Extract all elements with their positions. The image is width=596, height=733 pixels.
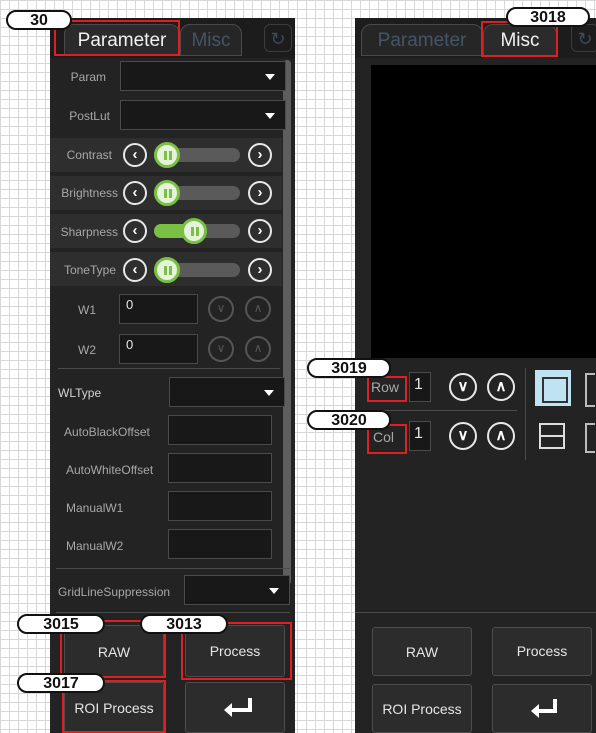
- brightness-slider[interactable]: [154, 180, 240, 206]
- refresh-icon[interactable]: ↻: [571, 24, 596, 52]
- tonetype-decrease-button[interactable]: ‹: [123, 258, 147, 282]
- w2-label: W2: [78, 343, 96, 357]
- raw-button[interactable]: RAW: [372, 627, 472, 676]
- contrast-decrease-button[interactable]: ‹: [123, 143, 147, 167]
- col-down-icon[interactable]: ∨: [449, 422, 477, 450]
- sharpness-slider[interactable]: [154, 218, 240, 244]
- auto-white-offset-input[interactable]: [168, 453, 272, 483]
- single-layout-button[interactable]: [535, 370, 571, 406]
- slider-thumb[interactable]: [181, 218, 207, 244]
- col-input[interactable]: 1: [409, 421, 431, 451]
- section-divider: [56, 568, 290, 569]
- w1-down-icon[interactable]: ∨: [208, 296, 234, 322]
- process-button[interactable]: Process: [492, 627, 592, 676]
- sharpness-increase-button[interactable]: ›: [248, 219, 272, 243]
- sharpness-label: Sharpness: [60, 225, 118, 239]
- section-divider: [367, 410, 517, 411]
- postlut-label: PostLut: [69, 109, 110, 123]
- w2-up-icon[interactable]: ∧: [245, 336, 271, 362]
- postlut-dropdown[interactable]: [120, 100, 286, 130]
- split-line: [541, 435, 563, 437]
- slider-thumb[interactable]: [154, 257, 180, 283]
- partial-layout-icon[interactable]: [585, 373, 595, 407]
- chevron-down-icon: [269, 588, 279, 594]
- w1-up-icon[interactable]: ∧: [245, 296, 271, 322]
- partial-layout-icon[interactable]: [585, 423, 595, 453]
- roi-process-button[interactable]: ROI Process: [372, 684, 472, 733]
- w1-input[interactable]: 0: [119, 294, 198, 324]
- refresh-icon[interactable]: ↻: [264, 24, 292, 52]
- contrast-increase-button[interactable]: ›: [248, 143, 272, 167]
- sharpness-decrease-button[interactable]: ‹: [123, 219, 147, 243]
- param-label: Param: [70, 70, 106, 84]
- enter-button[interactable]: [185, 682, 285, 733]
- highlight-row-label: [367, 376, 407, 402]
- section-divider: [56, 612, 290, 613]
- wltype-label: WLType: [58, 386, 102, 400]
- auto-black-offset-input[interactable]: [168, 415, 272, 445]
- manual-w1-label: ManualW1: [66, 501, 124, 515]
- gridline-suppression-label: GridLineSuppression: [58, 585, 171, 599]
- manual-w1-input[interactable]: [168, 491, 272, 521]
- w2-input[interactable]: 0: [119, 334, 198, 364]
- w2-down-icon[interactable]: ∨: [208, 336, 234, 362]
- row-input[interactable]: 1: [409, 372, 431, 402]
- highlight-parameter-tab: [54, 20, 180, 56]
- chevron-down-icon: [264, 390, 274, 396]
- w1-label: W1: [78, 303, 96, 317]
- section-divider: [58, 368, 280, 369]
- param-dropdown[interactable]: [120, 61, 286, 91]
- square-icon: [542, 377, 568, 403]
- callout-3013: 3013: [140, 614, 228, 634]
- manual-w2-label: ManualW2: [66, 539, 124, 553]
- enter-arrow-icon: [531, 699, 557, 718]
- callout-3020: 3020: [307, 410, 391, 430]
- tab-parameter[interactable]: Parameter: [361, 24, 483, 56]
- callout-3019: 3019: [307, 358, 391, 378]
- enter-button[interactable]: [492, 684, 592, 733]
- brightness-decrease-button[interactable]: ‹: [123, 181, 147, 205]
- callout-30: 30: [6, 10, 72, 30]
- chevron-down-icon: [265, 74, 275, 80]
- slider-thumb[interactable]: [154, 142, 180, 168]
- callout-3018: 3018: [506, 7, 590, 27]
- contrast-label: Contrast: [66, 148, 112, 162]
- callout-3017: 3017: [17, 673, 105, 693]
- split-horizontal-icon[interactable]: [539, 423, 565, 449]
- vertical-separator: [525, 368, 526, 460]
- manual-w2-input[interactable]: [168, 529, 272, 559]
- chevron-down-icon: [265, 113, 275, 119]
- wltype-dropdown[interactable]: [169, 377, 285, 407]
- enter-arrow-icon: [224, 698, 252, 717]
- preview-area: [371, 65, 596, 358]
- slider-thumb[interactable]: [154, 180, 180, 206]
- scrollbar-thumb[interactable]: [283, 60, 291, 585]
- col-up-icon[interactable]: ∧: [487, 422, 515, 450]
- brightness-increase-button[interactable]: ›: [248, 181, 272, 205]
- tab-misc[interactable]: Misc: [180, 24, 242, 56]
- auto-white-offset-label: AutoWhiteOffset: [66, 463, 154, 477]
- section-divider: [355, 612, 596, 613]
- gridline-suppression-dropdown[interactable]: [184, 575, 290, 605]
- brightness-label: Brightness: [61, 186, 118, 200]
- row-down-icon[interactable]: ∨: [449, 373, 477, 401]
- contrast-slider[interactable]: [154, 142, 240, 168]
- auto-black-offset-label: AutoBlackOffset: [64, 425, 150, 439]
- callout-3015: 3015: [17, 614, 105, 634]
- row-up-icon[interactable]: ∧: [487, 373, 515, 401]
- tonetype-increase-button[interactable]: ›: [248, 258, 272, 282]
- tonetype-label: ToneType: [63, 263, 116, 277]
- scrollbar-track[interactable]: [283, 60, 291, 585]
- tonetype-slider[interactable]: [154, 257, 240, 283]
